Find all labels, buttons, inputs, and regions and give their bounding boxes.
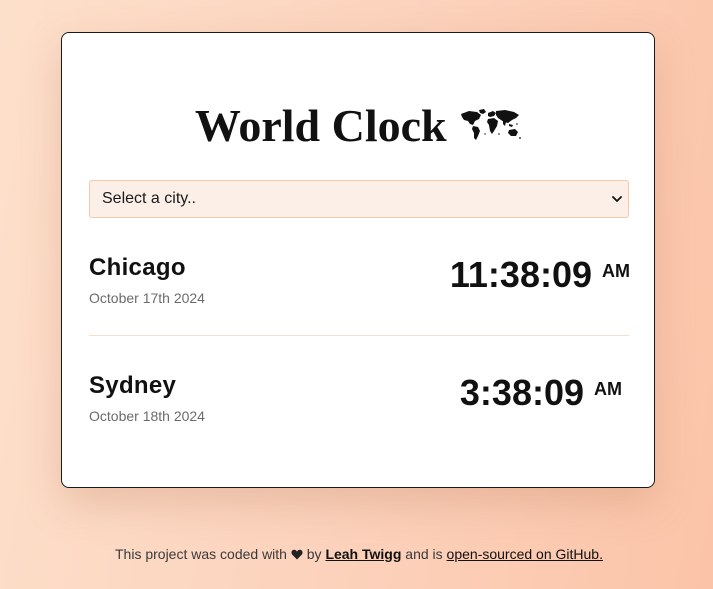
city-time: 11:38:09 AM — [450, 253, 630, 303]
city-date: October 17th 2024 — [89, 290, 205, 306]
time-value: 11:38:09 — [449, 254, 592, 295]
heart-icon — [291, 549, 303, 560]
city-row-sydney: Sydney October 18th 2024 3:38:09 AM — [89, 371, 630, 435]
time-ampm: AM — [602, 261, 630, 281]
time-ampm: AM — [594, 379, 622, 399]
title-row: World Clock — [62, 99, 654, 153]
page-title: World Clock — [194, 100, 447, 151]
world-map-icon — [461, 109, 521, 140]
city-date: October 18th 2024 — [89, 408, 205, 424]
footer: This project was coded with by Leah Twig… — [0, 545, 713, 563]
city-select-value: Select a city.. — [102, 190, 196, 207]
author-link[interactable]: Leah Twigg — [325, 546, 401, 562]
github-repo-link[interactable]: open-sourced on GitHub. — [447, 546, 603, 562]
city-name: Chicago — [89, 254, 186, 281]
world-clock-card: World Clock Select a city.. Chicago Octo… — [61, 32, 655, 488]
city-select[interactable]: Select a city.. — [89, 180, 629, 218]
chevron-down-icon — [612, 196, 622, 202]
time-value: 3:38:09 — [459, 372, 584, 413]
footer-middle: and is — [405, 546, 443, 562]
footer-by: by — [306, 546, 322, 562]
footer-prefix: This project was coded with — [115, 546, 287, 562]
divider — [89, 335, 629, 336]
city-time: 3:38:09 AM — [460, 371, 622, 421]
city-name: Sydney — [89, 372, 177, 399]
city-row-chicago: Chicago October 17th 2024 11:38:09 AM — [89, 253, 630, 317]
